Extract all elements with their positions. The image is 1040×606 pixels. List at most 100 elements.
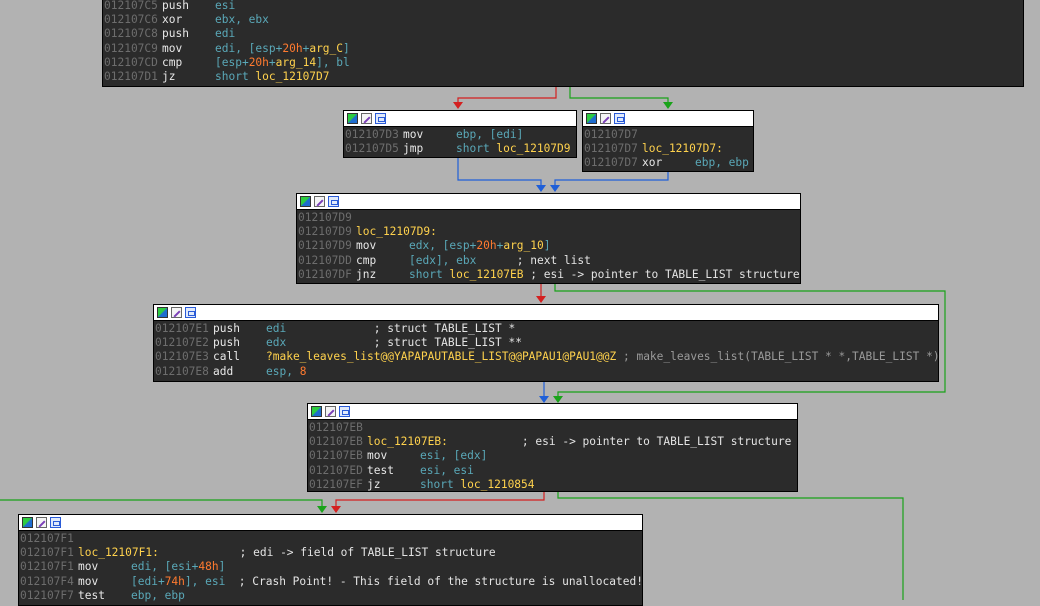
asm-line[interactable]: 012107D7 — [584, 128, 753, 142]
asm-line[interactable]: 012107D7 loc_12107D7: — [584, 142, 753, 156]
instruction-operand: ] — [218, 560, 226, 574]
color-palette-icon[interactable] — [157, 307, 168, 318]
node-code: 012107EB 012107EB loc_12107EB: ; esi -> po… — [308, 420, 797, 491]
code-block-node-7[interactable]: 012107F1 012107F1 loc_12107F1: ; edi -> fi… — [18, 514, 643, 606]
color-palette-icon[interactable] — [347, 113, 358, 124]
asm-line[interactable]: 012107CD cmp [esp+20h+arg_14], bl — [104, 56, 1023, 70]
edit-pencil-icon[interactable] — [325, 406, 336, 417]
asm-line[interactable]: 012107E1 push edi ; struct TABLE_LIST * — [155, 322, 938, 336]
edit-pencil-icon[interactable] — [171, 307, 182, 318]
instruction-address: 012107E2 — [155, 336, 209, 350]
asm-line[interactable]: 012107C6 xor ebx, ebx — [104, 13, 1023, 27]
code-block-node-2[interactable]: 012107D3 mov ebp, [edi] 012107D5 jmp short lo… — [343, 110, 577, 158]
code-label[interactable]: arg_10 — [503, 239, 543, 252]
edit-pencil-icon[interactable] — [600, 113, 611, 124]
asm-line[interactable]: 012107D7 xor ebp, ebp — [584, 156, 753, 170]
asm-line[interactable]: 012107F7 test ebp, ebp — [20, 589, 642, 603]
graph-view-icon[interactable] — [339, 406, 350, 417]
graph-view-icon[interactable] — [375, 113, 386, 124]
instruction-operand: ] — [543, 239, 551, 253]
instruction-operand: short — [456, 142, 497, 156]
asm-line[interactable]: 012107DD cmp [edx], ebx ; next list — [298, 254, 800, 268]
instruction-mnemonic: push — [213, 336, 240, 350]
instruction-mnemonic: call — [213, 350, 240, 364]
code-block-node-6[interactable]: 012107EB 012107EB loc_12107EB: ; esi -> po… — [307, 403, 798, 492]
node-code: 012107E1 push edi ; struct TABLE_LIST * 012… — [154, 321, 938, 379]
graph-view-icon[interactable] — [50, 517, 61, 528]
asm-line[interactable]: 012107D9 — [298, 211, 800, 225]
edit-pencil-icon[interactable] — [36, 517, 47, 528]
immediate-value: 8 — [299, 364, 307, 378]
asm-line[interactable]: 012107DF jnz short loc_12107EB ; esi -> po… — [298, 268, 800, 282]
code-label[interactable]: ?make_leaves_list@@YAPAPAUTABLE_LIST@@PA… — [266, 350, 616, 363]
instruction-mnemonic: mov — [162, 41, 183, 55]
code-label[interactable]: loc_12107EB: — [367, 435, 448, 448]
edge-arrowhead — [317, 506, 327, 513]
edge-false — [335, 491, 545, 507]
asm-line[interactable]: 012107EB — [309, 421, 797, 435]
edge-unconditional — [457, 157, 542, 186]
edge-arrowhead — [539, 396, 549, 403]
asm-line[interactable]: 012107E8 add esp, 8 — [155, 365, 938, 379]
edge-arrowhead — [536, 296, 546, 303]
asm-line[interactable]: 012107D3 mov ebp, [edi] — [345, 128, 576, 142]
asm-line[interactable]: 012107EB mov esi, [edx] — [309, 449, 797, 463]
asm-line[interactable]: 012107D5 jmp short loc_12107D9 — [345, 142, 576, 156]
color-palette-icon[interactable] — [22, 517, 33, 528]
asm-line[interactable]: 012107F1 mov edi, [esi+48h] — [20, 560, 642, 574]
instruction-address: 012107DF — [298, 267, 352, 281]
code-block-node-1[interactable]: 012107C5 push esi 012107C6 xor ebx, ebx 012107… — [102, 0, 1024, 87]
instruction-mnemonic: mov — [78, 574, 99, 588]
code-label[interactable]: loc_12107D9 — [496, 142, 570, 155]
asm-line[interactable]: 012107F4 mov [edi+74h], esi ; Crash Point!… — [20, 575, 642, 589]
asm-line[interactable]: 012107F1 loc_12107F1: ; edi -> field of T… — [20, 546, 642, 560]
asm-line[interactable]: 012107ED test esi, esi — [309, 464, 797, 478]
asm-line[interactable]: 012107D1 jz short loc_12107D7 — [104, 70, 1023, 84]
edit-pencil-icon[interactable] — [314, 196, 325, 207]
code-label[interactable]: loc_12107EB — [449, 268, 523, 281]
asm-line[interactable]: 012107D9 loc_12107D9: — [298, 225, 800, 239]
code-label[interactable]: loc_12107D7 — [255, 70, 329, 83]
code-label[interactable]: loc_12107D7: — [642, 142, 723, 155]
code-label[interactable]: loc_12107F1: — [78, 546, 159, 559]
instruction-address: 012107D7 — [584, 156, 638, 170]
code-block-node-4[interactable]: 012107D9 012107D9 loc_12107D9: 012107D9 mov e… — [296, 193, 801, 284]
color-palette-icon[interactable] — [300, 196, 311, 207]
code-block-node-5[interactable]: 012107E1 push edi ; struct TABLE_LIST * 012… — [153, 304, 939, 382]
node-code: 012107D3 mov ebp, [edi] 012107D5 jmp short lo… — [344, 127, 576, 156]
edge-arrowhead — [536, 185, 546, 192]
asm-line[interactable]: 012107C9 mov edi, [esp+20h+arg_C] — [104, 42, 1023, 56]
asm-line[interactable]: 012107C5 push esi — [104, 0, 1023, 13]
instruction-address: 012107C9 — [104, 41, 158, 55]
edge-arrowhead — [553, 396, 563, 403]
asm-line[interactable]: 012107EB loc_12107EB: ; esi -> pointer to… — [309, 435, 797, 449]
asm-line[interactable]: 012107F1 — [20, 532, 642, 546]
instruction-mnemonic: jmp — [403, 142, 424, 156]
color-palette-icon[interactable] — [586, 113, 597, 124]
code-comment: ; make_leaves_list(TABLE_LIST * *,TABLE_… — [616, 350, 939, 364]
instruction-mnemonic: xor — [162, 13, 183, 27]
code-block-node-3[interactable]: 012107D7 012107D7 loc_12107D7: 012107D7 xor e… — [582, 110, 754, 172]
instruction-operand: edx, [esp+ — [409, 239, 477, 253]
asm-line[interactable]: 012107E3 call ?make_leaves_list@@YAPAPAUTA… — [155, 350, 938, 364]
instruction-address: 012107D7 — [584, 142, 638, 156]
graph-view-icon[interactable] — [614, 113, 625, 124]
code-label[interactable]: loc_12107D9: — [356, 225, 437, 238]
asm-line[interactable]: 012107C8 push edi — [104, 27, 1023, 41]
code-label[interactable]: arg_14 — [276, 56, 316, 69]
instruction-mnemonic: add — [213, 364, 234, 378]
node-code: 012107C5 push esi 012107C6 xor ebx, ebx 012107… — [103, 0, 1023, 84]
instruction-operand: ebx, ebx — [215, 13, 269, 27]
code-label[interactable]: loc_1210854 — [460, 478, 534, 491]
asm-line[interactable]: 012107EF jz short loc_1210854 — [309, 478, 797, 491]
asm-line[interactable]: 012107E2 push edx ; struct TABLE_LIST ** — [155, 336, 938, 350]
color-palette-icon[interactable] — [311, 406, 322, 417]
node-code: 012107F1 012107F1 loc_12107F1: ; edi -> fi… — [19, 531, 642, 603]
instruction-mnemonic: cmp — [356, 253, 377, 267]
asm-line[interactable]: 012107D9 mov edx, [esp+20h+arg_10] — [298, 239, 800, 253]
edit-pencil-icon[interactable] — [361, 113, 372, 124]
instruction-operand: short — [409, 267, 450, 281]
graph-view-icon[interactable] — [328, 196, 339, 207]
code-label[interactable]: arg_C — [309, 42, 343, 55]
graph-view-icon[interactable] — [185, 307, 196, 318]
